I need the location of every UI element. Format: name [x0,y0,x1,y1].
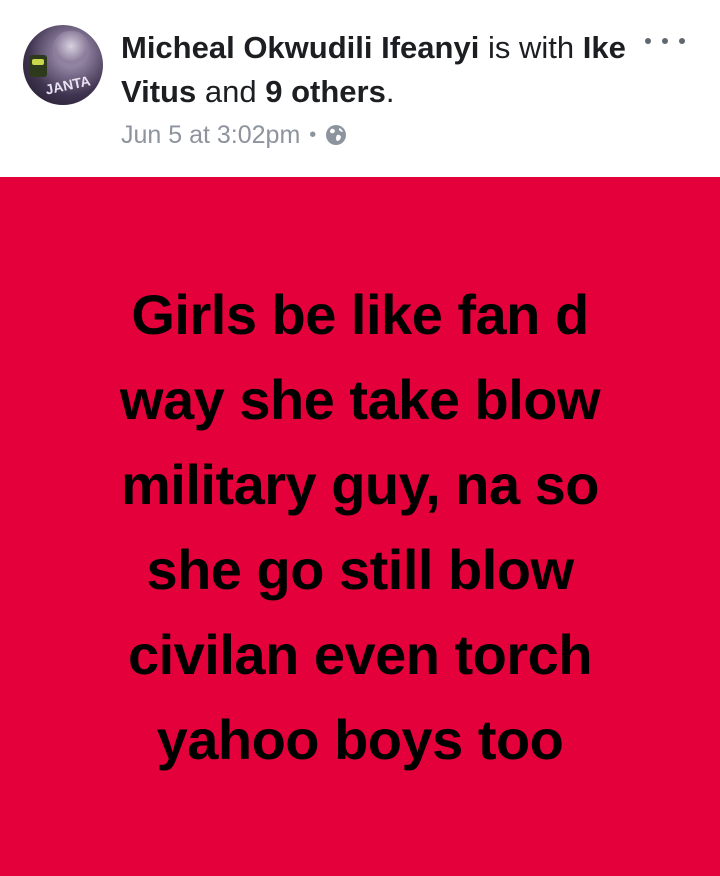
more-options-icon [662,38,668,44]
author-line: Micheal Okwudili Ifeanyi is with Ike Vit… [121,26,641,114]
timestamp-link[interactable]: Jun 5 at 3:02pm [121,121,300,150]
with-text: with [518,30,575,65]
author-avatar[interactable]: JANTA [23,25,103,105]
avatar-text: JANTA [43,72,92,98]
author-name[interactable]: Micheal Okwudili Ifeanyi [121,30,479,65]
more-options-icon [645,38,651,44]
period: . [385,74,395,109]
and-text: and [204,74,257,109]
more-options-icon [679,38,685,44]
avatar-figure [53,31,89,69]
more-options-button[interactable] [645,30,685,52]
post-text-line: she go still blow [146,537,574,601]
post-text: Girls be like fan d way she take blow mi… [50,272,670,782]
post-text-line: civilan even torch [127,622,593,686]
post-text-line: yahoo boys too [156,707,564,771]
others-link[interactable]: 9 others [265,74,386,109]
post-body: Girls be like fan d way she take blow mi… [0,177,720,876]
post-text-line: Girls be like fan d [131,282,589,346]
globe-icon[interactable] [325,124,347,146]
post-header: JANTA Micheal Okwudili Ifeanyi is with I… [0,0,720,177]
post-meta: Jun 5 at 3:02pm • [121,117,347,153]
meta-separator: • [309,123,317,146]
is-text: is [487,30,511,65]
post-text-line: way she take blow [119,367,601,431]
avatar-badge [29,55,47,77]
post-text-line: military guy, na so [120,452,600,516]
